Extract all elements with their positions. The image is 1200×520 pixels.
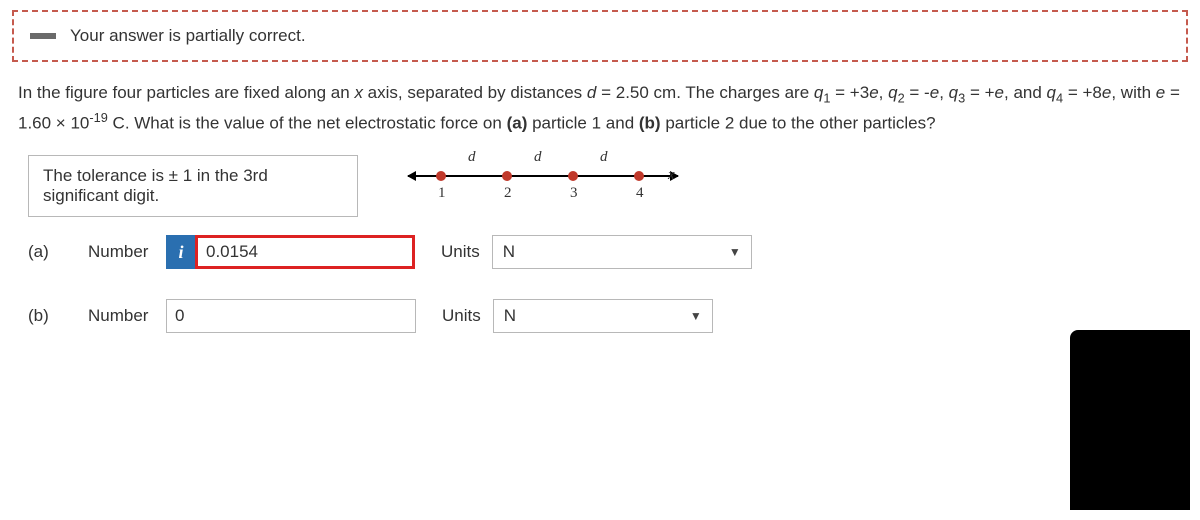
info-icon[interactable]: i [166,235,196,269]
tolerance-note: The tolerance is ± 1 in the 3rd signific… [28,155,358,217]
part-b-tag: (b) [28,306,88,326]
number-label: Number [88,242,166,262]
part-b-units-select[interactable]: N ▼ [493,299,713,333]
chevron-down-icon: ▼ [690,309,702,323]
units-label: Units [442,306,481,326]
side-panel[interactable] [1070,330,1190,510]
minus-icon [30,33,56,39]
part-b-number-input[interactable]: 0 [166,299,416,333]
particle-diagram: 1 2 3 4 d d d x [408,151,678,221]
number-label: Number [88,306,166,326]
part-b-row: (b) Number 0 Units N ▼ [28,299,1182,333]
question-text: In the figure four particles are fixed a… [18,80,1182,137]
part-a-number-input[interactable]: 0.0154 [195,235,415,269]
units-label: Units [441,242,480,262]
part-a-tag: (a) [28,242,88,262]
chevron-down-icon: ▼ [729,245,741,259]
part-a-row: (a) Number i 0.0154 Units N ▼ [28,235,1182,269]
feedback-text: Your answer is partially correct. [70,26,306,46]
feedback-banner: Your answer is partially correct. [12,10,1188,62]
part-a-units-select[interactable]: N ▼ [492,235,752,269]
